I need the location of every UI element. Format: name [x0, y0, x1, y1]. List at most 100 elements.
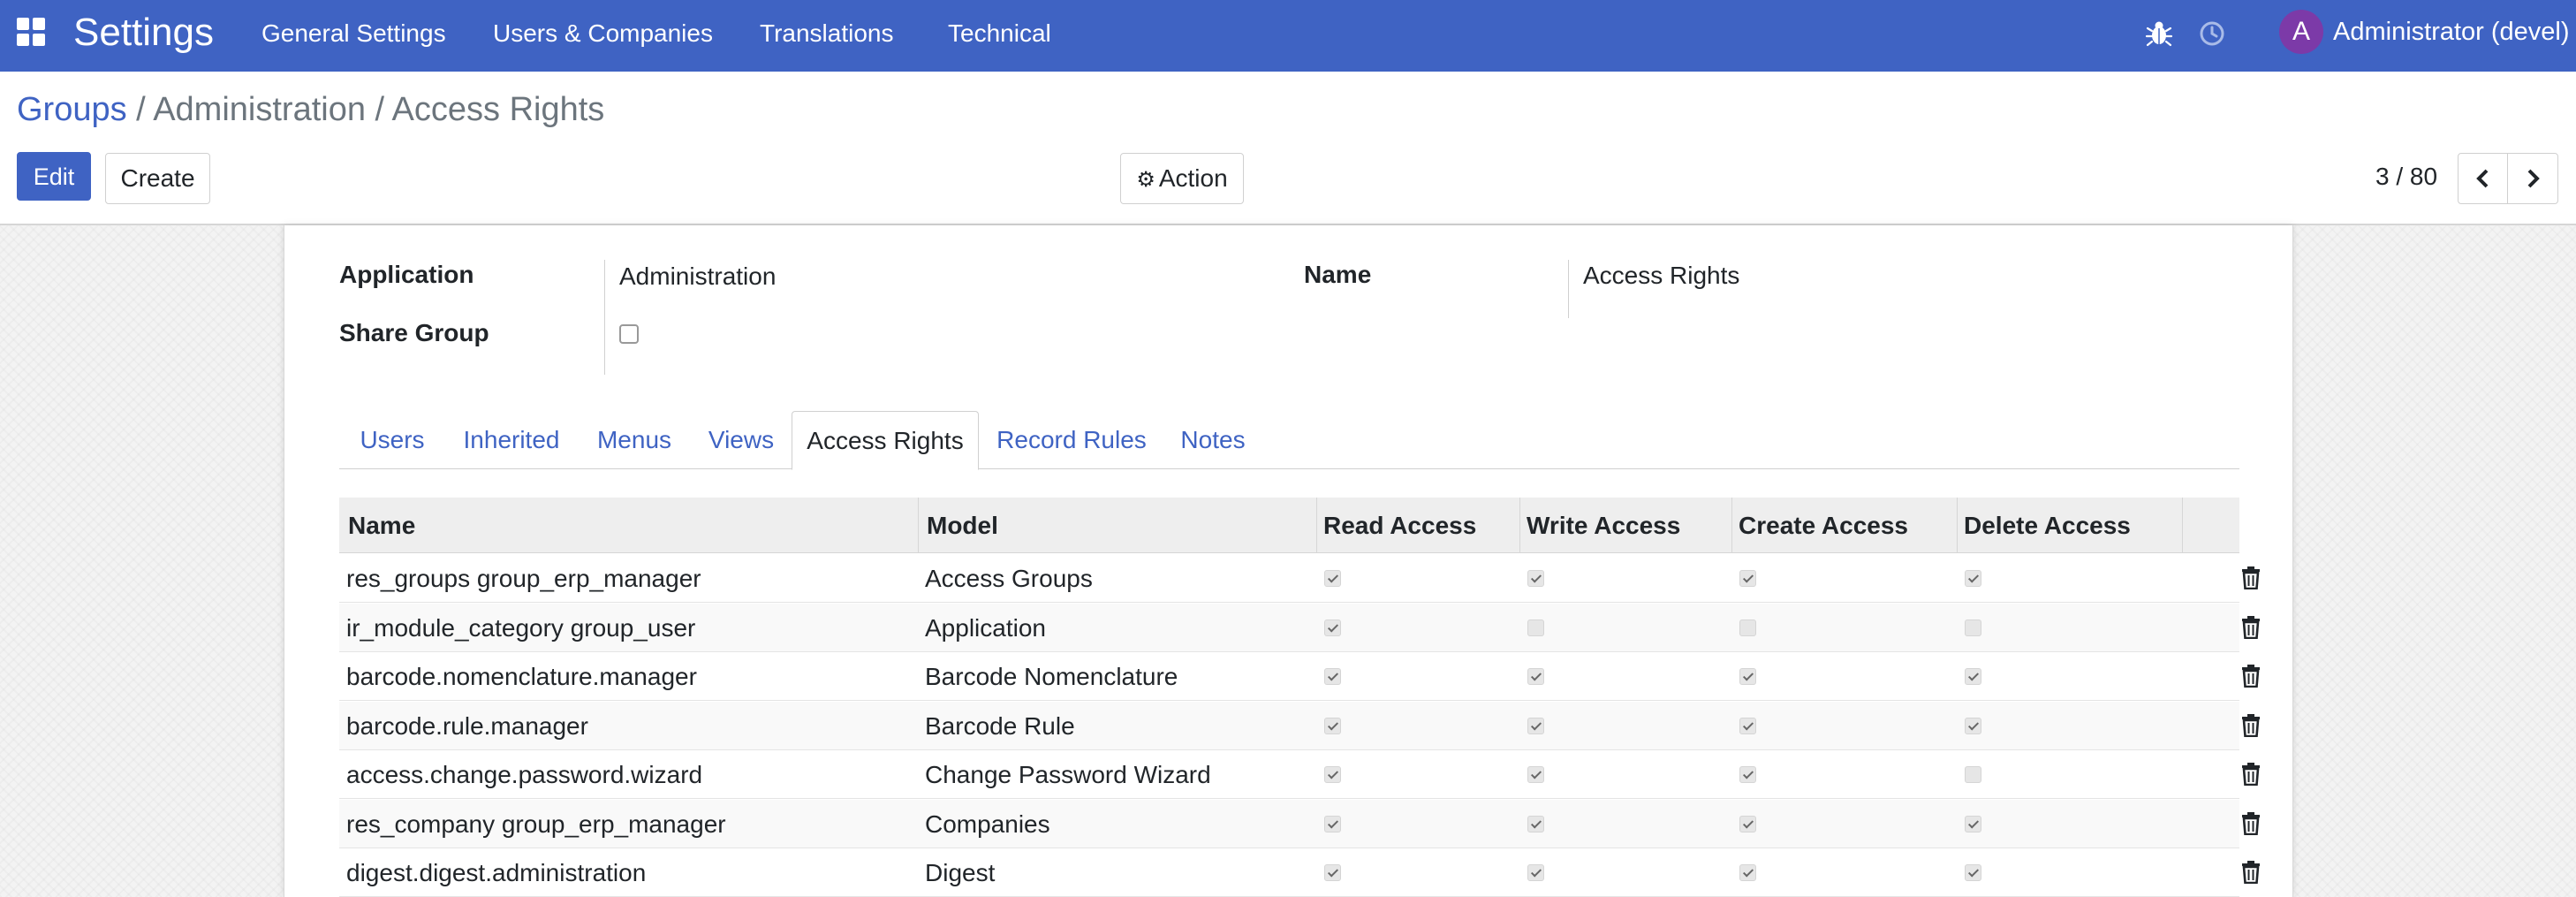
delete-access-checkbox[interactable]	[1965, 619, 1981, 636]
read-access-checkbox[interactable]	[1324, 668, 1341, 685]
delete-row-trash-icon[interactable]	[2240, 566, 2262, 589]
edit-button[interactable]: Edit	[17, 152, 91, 201]
column-read-access[interactable]: Read Access	[1323, 498, 1476, 553]
create-access-checkbox[interactable]	[1739, 766, 1756, 783]
name-value: Access Rights	[1583, 262, 1740, 289]
create-access-checkbox[interactable]	[1739, 864, 1756, 881]
column-create-access[interactable]: Create Access	[1739, 498, 1908, 553]
app-title[interactable]: Settings	[73, 11, 214, 55]
cell-name[interactable]: res_company group_erp_manager	[346, 800, 726, 848]
write-access-checkbox[interactable]	[1527, 815, 1544, 832]
write-access-checkbox[interactable]	[1527, 766, 1544, 783]
gear-icon: ⚙	[1136, 168, 1155, 192]
cell-model[interactable]: Companies	[925, 800, 1050, 848]
column-separator	[1731, 498, 1732, 553]
control-panel: Groups / Administration / Access Rights …	[0, 72, 2576, 225]
cell-model[interactable]: Change Password Wizard	[925, 750, 1211, 799]
write-access-checkbox[interactable]	[1527, 864, 1544, 881]
delete-access-checkbox[interactable]	[1965, 815, 1981, 832]
delete-access-checkbox[interactable]	[1965, 570, 1981, 587]
tab-notes[interactable]: Notes	[1164, 411, 1261, 469]
column-name[interactable]: Name	[348, 498, 415, 553]
apps-menu-icon[interactable]	[17, 18, 45, 46]
cell-name[interactable]: barcode.nomenclature.manager	[346, 652, 697, 701]
delete-access-checkbox[interactable]	[1965, 717, 1981, 734]
read-access-checkbox[interactable]	[1324, 570, 1341, 587]
delete-row-trash-icon[interactable]	[2240, 811, 2262, 835]
delete-row-trash-icon[interactable]	[2240, 665, 2262, 688]
write-access-checkbox[interactable]	[1527, 717, 1544, 734]
menu-users-companies[interactable]: Users & Companies	[493, 19, 713, 48]
table-row[interactable]: barcode.nomenclature.manager Barcode Nome…	[339, 652, 2260, 701]
cell-model[interactable]: Digest	[925, 848, 995, 897]
cell-name[interactable]: digest.digest.administration	[346, 848, 646, 897]
cell-model[interactable]: Barcode Rule	[925, 702, 1075, 750]
delete-row-trash-icon[interactable]	[2240, 763, 2262, 786]
tab-menus[interactable]: Menus	[578, 411, 691, 469]
read-access-checkbox[interactable]	[1324, 619, 1341, 636]
delete-access-checkbox[interactable]	[1965, 766, 1981, 783]
cell-name[interactable]: access.change.password.wizard	[346, 750, 702, 799]
create-access-checkbox[interactable]	[1739, 815, 1756, 832]
pager-value[interactable]: 3 / 80	[2375, 163, 2437, 191]
table-row[interactable]: res_groups group_erp_manager Access Group…	[339, 554, 2260, 603]
write-access-checkbox[interactable]	[1527, 619, 1544, 636]
create-access-checkbox[interactable]	[1739, 717, 1756, 734]
table-row[interactable]: access.change.password.wizard Change Pass…	[339, 750, 2260, 799]
delete-row-trash-icon[interactable]	[2240, 861, 2262, 884]
menu-translations[interactable]: Translations	[760, 19, 893, 48]
column-delete-access[interactable]: Delete Access	[1964, 498, 2131, 553]
cell-model[interactable]: Access Groups	[925, 554, 1093, 603]
table-row[interactable]: res_company group_erp_manager Companies	[339, 799, 2260, 848]
breadcrumb-groups-link[interactable]: Groups	[17, 91, 127, 128]
delete-access-checkbox[interactable]	[1965, 668, 1981, 685]
column-write-access[interactable]: Write Access	[1527, 498, 1680, 553]
tab-record-rules[interactable]: Record Rules	[979, 411, 1164, 469]
activity-clock-icon[interactable]	[2196, 18, 2228, 49]
create-access-checkbox[interactable]	[1739, 570, 1756, 587]
column-model[interactable]: Model	[927, 498, 998, 553]
cell-name[interactable]: ir_module_category group_user	[346, 604, 695, 652]
menu-general-settings[interactable]: General Settings	[261, 19, 446, 48]
top-navbar: Settings General Settings Users & Compan…	[0, 0, 2576, 72]
column-separator	[1519, 498, 1520, 553]
cell-name[interactable]: res_groups group_erp_manager	[346, 554, 701, 603]
read-access-checkbox[interactable]	[1324, 864, 1341, 881]
table-row[interactable]: digest.digest.administration Digest	[339, 848, 2260, 897]
write-access-checkbox[interactable]	[1527, 570, 1544, 587]
tab-inherited[interactable]: Inherited	[445, 411, 578, 469]
read-access-checkbox[interactable]	[1324, 815, 1341, 832]
cell-model[interactable]: Barcode Nomenclature	[925, 652, 1178, 701]
user-menu-name[interactable]: Administrator (devel)	[2333, 18, 2570, 47]
application-value: Administration	[619, 262, 777, 290]
chevron-left-icon	[2476, 169, 2489, 188]
tab-views[interactable]: Views	[691, 411, 792, 469]
delete-row-trash-icon[interactable]	[2240, 713, 2262, 737]
cell-model[interactable]: Application	[925, 604, 1046, 652]
field-separator	[604, 260, 605, 375]
pager-next-button[interactable]	[2507, 153, 2558, 204]
share-group-checkbox[interactable]	[619, 324, 639, 344]
table-row[interactable]: barcode.rule.manager Barcode Rule	[339, 701, 2260, 750]
breadcrumb-current: / Administration / Access Rights	[126, 91, 605, 128]
read-access-checkbox[interactable]	[1324, 766, 1341, 783]
column-separator	[1316, 498, 1317, 553]
action-button-label: Action	[1158, 164, 1228, 192]
tab-access-rights[interactable]: Access Rights	[792, 411, 979, 470]
pager-previous-button[interactable]	[2458, 153, 2509, 204]
read-access-checkbox[interactable]	[1324, 717, 1341, 734]
create-access-checkbox[interactable]	[1739, 619, 1756, 636]
form-sheet: Application Administration Name Access R…	[284, 225, 2293, 897]
user-avatar[interactable]: A	[2279, 10, 2323, 54]
delete-row-trash-icon[interactable]	[2240, 615, 2262, 639]
debug-bug-icon[interactable]	[2143, 18, 2175, 49]
create-button[interactable]: Create	[105, 153, 210, 204]
write-access-checkbox[interactable]	[1527, 668, 1544, 685]
menu-technical[interactable]: Technical	[948, 19, 1051, 48]
cell-name[interactable]: barcode.rule.manager	[346, 702, 588, 750]
action-button[interactable]: ⚙ Action	[1120, 153, 1244, 204]
create-access-checkbox[interactable]	[1739, 668, 1756, 685]
tab-users[interactable]: Users	[339, 411, 445, 469]
delete-access-checkbox[interactable]	[1965, 864, 1981, 881]
table-row[interactable]: ir_module_category group_user Application	[339, 603, 2260, 652]
